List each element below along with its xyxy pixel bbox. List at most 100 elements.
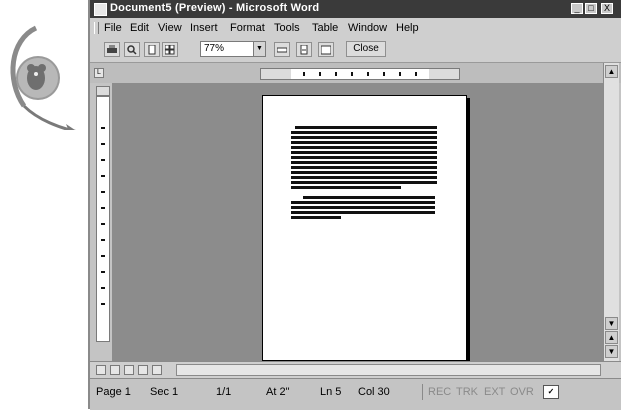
horizontal-ruler-row: L: [90, 63, 621, 83]
full-screen-icon: [321, 45, 331, 55]
menu-format[interactable]: Format: [230, 22, 265, 34]
ruler-text-area: [291, 69, 429, 79]
multiple-pages-icon: [165, 45, 175, 55]
horizontal-ruler[interactable]: [260, 68, 460, 80]
ruler-tick: [399, 72, 401, 76]
multiple-pages-button[interactable]: [162, 42, 178, 57]
menu-tools[interactable]: Tools: [274, 22, 300, 34]
next-page-button[interactable]: ▼: [605, 345, 618, 358]
ruler-tick: [101, 159, 105, 161]
chevron-down-icon[interactable]: ▼: [253, 42, 265, 56]
text-line: [291, 131, 437, 134]
text-line: [291, 161, 437, 164]
status-page: Page 1: [96, 386, 131, 398]
menu-help[interactable]: Help: [396, 22, 419, 34]
menu-edit[interactable]: Edit: [130, 22, 149, 34]
text-line: [291, 151, 437, 154]
status-section: Sec 1: [150, 386, 179, 398]
magnifier-button[interactable]: [124, 42, 140, 57]
print-preview-toolbar: 77% ▼ Close: [90, 38, 621, 63]
status-column: Col 30: [358, 386, 390, 398]
normal-view-button[interactable]: [96, 365, 106, 375]
shrink-to-fit-button[interactable]: [296, 42, 312, 57]
ruler-tick: [335, 72, 337, 76]
ruler-tick: [101, 191, 105, 193]
text-line: [291, 176, 437, 179]
ruler-tick: [101, 271, 105, 273]
text-line: [291, 166, 437, 169]
status-rec[interactable]: REC: [428, 386, 451, 398]
full-screen-button[interactable]: [318, 42, 334, 57]
ruler-tick: [319, 72, 321, 76]
text-line: [291, 156, 437, 159]
menu-view[interactable]: View: [158, 22, 182, 34]
outline-view-button[interactable]: [138, 365, 148, 375]
title-bar: Document5 (Preview) - Microsoft Word _ □…: [90, 0, 621, 18]
text-line: [291, 146, 437, 149]
ruler-tick: [101, 143, 105, 145]
text-line: [291, 136, 437, 139]
ruler-tick: [303, 72, 305, 76]
vertical-ruler-top: [96, 86, 110, 96]
ruler-tick: [101, 239, 105, 241]
zoom-value: 77%: [204, 43, 225, 54]
word-document-icon: [94, 3, 107, 16]
ruler-tick: [101, 287, 105, 289]
spelling-grammar-status-icon[interactable]: ✓: [543, 385, 559, 399]
preview-workspace: [112, 83, 603, 361]
web-view-button[interactable]: [110, 365, 120, 375]
ruler-tick: [101, 175, 105, 177]
tab-selector[interactable]: L: [94, 68, 104, 78]
one-page-icon: [148, 45, 156, 55]
reading-view-button[interactable]: [152, 365, 162, 375]
horizontal-scroll-row: [90, 361, 621, 378]
shrink-to-fit-icon: [300, 45, 308, 55]
status-ext[interactable]: EXT: [484, 386, 505, 398]
text-line: [291, 201, 435, 204]
text-line: [291, 206, 435, 209]
status-bar: Page 1 Sec 1 1/1 At 2" Ln 5 Col 30 REC T…: [90, 378, 621, 410]
view-ruler-button[interactable]: [274, 42, 290, 57]
text-line: [291, 181, 437, 184]
status-trk[interactable]: TRK: [456, 386, 478, 398]
word-window: Document5 (Preview) - Microsoft Word _ □…: [88, 0, 621, 410]
menu-window[interactable]: Window: [348, 22, 387, 34]
menu-table[interactable]: Table: [312, 22, 338, 34]
maximize-button[interactable]: □: [585, 3, 597, 14]
print-view-button[interactable]: [124, 365, 134, 375]
zoom-select[interactable]: 77% ▼: [200, 41, 266, 57]
paperclip-assistant-mascot: [10, 25, 77, 130]
one-page-button[interactable]: [144, 42, 160, 57]
status-ovr[interactable]: OVR: [510, 386, 534, 398]
ruler-tick: [415, 72, 417, 76]
vertical-ruler[interactable]: [96, 96, 110, 342]
previous-page-button[interactable]: ▲: [605, 331, 618, 344]
print-button[interactable]: [104, 42, 120, 57]
text-line: [291, 216, 341, 219]
close-preview-button[interactable]: Close: [346, 41, 386, 57]
text-line: [291, 186, 401, 189]
ruler-tick: [383, 72, 385, 76]
vertical-scrollbar[interactable]: ▲ ▼ ▲ ▼: [603, 63, 619, 361]
print-icon: [107, 45, 117, 53]
ruler-tick: [101, 127, 105, 129]
window-title: Document5 (Preview) - Microsoft Word: [110, 2, 320, 14]
scroll-up-button[interactable]: ▲: [605, 65, 618, 78]
horizontal-scrollbar[interactable]: [176, 364, 601, 376]
menu-grip: [94, 22, 99, 34]
text-line: [291, 141, 437, 144]
text-line: [295, 126, 437, 129]
menu-bar: File Edit View Insert Format Tools Table…: [90, 18, 621, 38]
ruler-tick: [101, 207, 105, 209]
document-page[interactable]: [262, 95, 467, 361]
menu-file[interactable]: File: [104, 22, 122, 34]
ruler-tick: [101, 223, 105, 225]
ruler-tick: [101, 303, 105, 305]
text-line: [291, 171, 437, 174]
minimize-button[interactable]: _: [571, 3, 583, 14]
status-line: Ln 5: [320, 386, 342, 398]
scroll-down-button[interactable]: ▼: [605, 317, 618, 330]
close-window-button[interactable]: X: [601, 3, 613, 14]
menu-insert[interactable]: Insert: [190, 22, 218, 34]
text-line: [291, 211, 435, 214]
